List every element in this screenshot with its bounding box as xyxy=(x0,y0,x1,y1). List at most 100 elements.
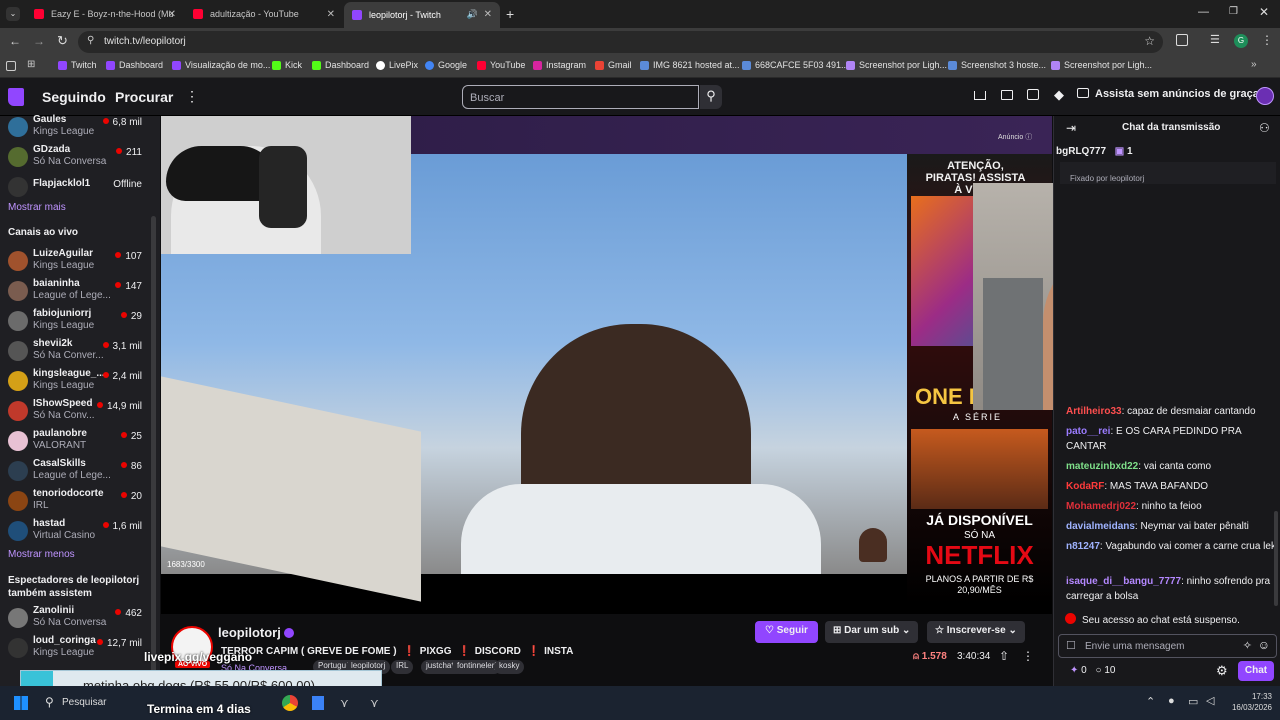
bookmark-twitch[interactable]: Twitch xyxy=(58,60,97,70)
site-info-icon[interactable]: ⚲ xyxy=(87,35,94,46)
sidebar-item-gaules[interactable]: Gaules Kings League 6,8 mil xyxy=(0,112,152,142)
apps-grid-icon[interactable]: ⊞ xyxy=(27,59,35,70)
browser-tab-3-active[interactable]: leopilotorj - Twitch 🔊 ✕ xyxy=(344,2,500,28)
close-tab-icon[interactable]: ✕ xyxy=(327,9,335,20)
browser-tab-1[interactable]: Eazy E - Boyz-n-the-Hood (Mu ✕ xyxy=(26,3,184,25)
sidebar-item-flapjacklol1[interactable]: Flapjacklol1 Offline xyxy=(0,172,152,202)
channel-points[interactable]: ✦ 0 ○ 10 xyxy=(1070,665,1115,676)
user-avatar[interactable] xyxy=(1256,87,1274,105)
maximize-button[interactable]: ❐ xyxy=(1229,6,1238,17)
close-tab-icon[interactable]: ✕ xyxy=(168,9,176,20)
chat-username[interactable]: Mohamedrj022 xyxy=(1066,501,1136,512)
bookmark-google[interactable]: Google xyxy=(425,60,467,70)
bookmark-visualizacao[interactable]: Visualização de mo... xyxy=(172,60,270,70)
bookmark-668cafce[interactable]: 668CAFCE 5F03 491... xyxy=(742,60,849,70)
bookmark-screenshot-2[interactable]: Screenshot por Ligh... xyxy=(1051,60,1152,70)
bookmark-screenshot-3[interactable]: Screenshot 3 hoste... xyxy=(948,60,1046,70)
chat-send-button[interactable]: Chat xyxy=(1238,661,1274,681)
bookmark-star-icon[interactable]: ☆ xyxy=(1144,34,1155,48)
sidebar-item-channel[interactable]: paulanobre VALORANT 25 xyxy=(0,426,152,456)
bookmark-kick[interactable]: Kick xyxy=(272,60,302,70)
reload-button[interactable]: ↻ xyxy=(57,33,68,49)
pinned-message[interactable]: Fixado por leopilotorj xyxy=(1060,162,1276,184)
show-more-link[interactable]: Mostrar mais xyxy=(8,202,66,213)
media-control-icon[interactable]: ☰ xyxy=(1210,33,1220,46)
network-icon[interactable]: ▭ xyxy=(1188,695,1198,708)
channel-name[interactable]: leopilotorj xyxy=(218,625,295,640)
bookmark-gmail[interactable]: Gmail xyxy=(595,60,632,70)
community-icon[interactable]: ⚇ xyxy=(1259,121,1270,135)
clock[interactable]: 17:33 16/03/2026 xyxy=(1222,691,1272,713)
inbox-icon[interactable] xyxy=(1001,90,1013,100)
collapse-chat-icon[interactable]: ⇥ xyxy=(1066,121,1076,135)
chat-username[interactable]: KodaRF xyxy=(1066,481,1104,492)
bookmark-img-8621[interactable]: IMG 8621 hosted at... xyxy=(640,60,740,70)
sidebar-item-channel[interactable]: kingsleague_... Kings League 2,4 mil xyxy=(0,366,152,396)
audio-playing-icon[interactable]: 🔊 xyxy=(467,9,478,20)
browser-menu-icon[interactable]: ⋮ xyxy=(1261,33,1273,47)
emote-icon[interactable]: ☐ xyxy=(1066,639,1076,652)
magic-wand-icon[interactable]: ✧ xyxy=(1243,639,1252,652)
nav-browse-link[interactable]: Procurar xyxy=(115,89,173,105)
chat-username[interactable]: mateuzinbxd22 xyxy=(1066,461,1138,472)
sidebar-item-channel[interactable]: shevii2k Só Na Conver... 3,1 mil xyxy=(0,336,152,366)
extensions-icon[interactable] xyxy=(1176,34,1188,46)
sidebar-item-channel[interactable]: loud_coringa Kings League 12,7 mil xyxy=(0,633,152,663)
bookmark-youtube[interactable]: YouTube xyxy=(477,60,525,70)
search-input[interactable]: Buscar xyxy=(462,85,699,109)
chat-settings-icon[interactable]: ⚙ xyxy=(1216,663,1228,679)
tag-pill[interactable]: kosky xyxy=(494,660,525,674)
tag-pill[interactable]: IRL xyxy=(391,660,414,674)
volume-icon[interactable]: ◁ xyxy=(1206,694,1214,707)
bits-icon[interactable]: ◆ xyxy=(1054,87,1064,103)
smiley-icon[interactable]: ☺ xyxy=(1258,638,1270,652)
chrome-taskbar-icon[interactable] xyxy=(282,695,298,711)
sidebar-item-channel[interactable]: Zanolinii Só Na Conversa 462 xyxy=(0,603,152,633)
chat-username[interactable]: isaque_di__bangu_7777 xyxy=(1066,576,1181,587)
back-button[interactable]: ← xyxy=(9,34,21,48)
chat-scrollbar[interactable] xyxy=(1274,511,1278,606)
nav-following-link[interactable]: Seguindo xyxy=(42,89,106,105)
windows-start-icon[interactable] xyxy=(14,696,28,710)
sidebar-toggle-icon[interactable] xyxy=(6,61,16,71)
bookmark-kick-dashboard[interactable]: Dashboard xyxy=(312,60,369,70)
follow-button[interactable]: ♡ Seguir xyxy=(755,621,818,643)
bookmark-instagram[interactable]: Instagram xyxy=(533,60,586,70)
tray-chevron-icon[interactable]: ⌃ xyxy=(1146,695,1155,708)
sidebar-item-channel[interactable]: fabiojuniorrj Kings League 29 xyxy=(0,306,152,336)
chat-username[interactable]: davialmeidans xyxy=(1066,521,1135,532)
ad-free-button[interactable]: Assista sem anúncios de graça xyxy=(1077,88,1259,100)
show-less-link[interactable]: Mostrar menos xyxy=(8,549,75,560)
microphone-icon[interactable]: ● xyxy=(1168,695,1175,707)
app-taskbar-icon-3[interactable]: ⋎ xyxy=(370,696,379,710)
tab-search-icon[interactable]: ⌄ xyxy=(6,7,20,21)
close-tab-icon[interactable]: ✕ xyxy=(484,9,492,20)
new-tab-button[interactable]: + xyxy=(506,6,514,22)
close-window-button[interactable]: ✕ xyxy=(1259,5,1269,19)
minimize-button[interactable]: — xyxy=(1198,6,1209,18)
chat-input[interactable]: ☐ Envie uma mensagem ✧ ☺ xyxy=(1058,634,1277,658)
app-taskbar-icon-2[interactable]: ⋎ xyxy=(340,696,349,710)
address-bar[interactable]: ⚲ twitch.tv/leopilotorj ☆ xyxy=(78,31,1163,53)
chat-username[interactable]: pato__rei xyxy=(1066,426,1110,437)
info-icon[interactable]: ⓘ xyxy=(1025,134,1032,141)
prime-loot-icon[interactable] xyxy=(974,91,986,100)
bookmark-dashboard[interactable]: Dashboard xyxy=(106,60,163,70)
bookmark-screenshot-1[interactable]: Screenshot por Ligh... xyxy=(846,60,947,70)
chat-username[interactable]: n81247 xyxy=(1066,541,1100,552)
top-gifter[interactable]: bgRLQ777 ▣ 1 xyxy=(1056,146,1133,157)
gift-sub-button[interactable]: ⊞ Dar um sub ⌄ xyxy=(825,621,919,643)
sidebar-item-channel[interactable]: LuizeAguilar Kings League 107 xyxy=(0,246,152,276)
forward-button[interactable]: → xyxy=(33,34,45,48)
bookmarks-overflow-icon[interactable]: » xyxy=(1251,59,1257,70)
sidebar-item-gdzada[interactable]: GDzada Só Na Conversa 211 xyxy=(0,142,152,172)
sidebar-item-channel[interactable]: baianinha League of Lege... 147 xyxy=(0,276,152,306)
sidebar-item-channel[interactable]: tenoriodocorte IRL 20 xyxy=(0,486,152,516)
taskbar-search[interactable]: ⚲ Pesquisar xyxy=(38,692,158,714)
browser-tab-2[interactable]: adultização - YouTube ✕ xyxy=(185,3,343,25)
sidebar-item-channel[interactable]: CasalSkills League of Lege... 86 xyxy=(0,456,152,486)
share-icon[interactable]: ⇧ xyxy=(999,649,1009,663)
nav-more-icon[interactable]: ⋮ xyxy=(185,88,199,105)
search-button[interactable]: ⚲ xyxy=(700,85,722,109)
sidebar-item-channel[interactable]: IShowSpeed Só Na Conv... 14,9 mil xyxy=(0,396,152,426)
